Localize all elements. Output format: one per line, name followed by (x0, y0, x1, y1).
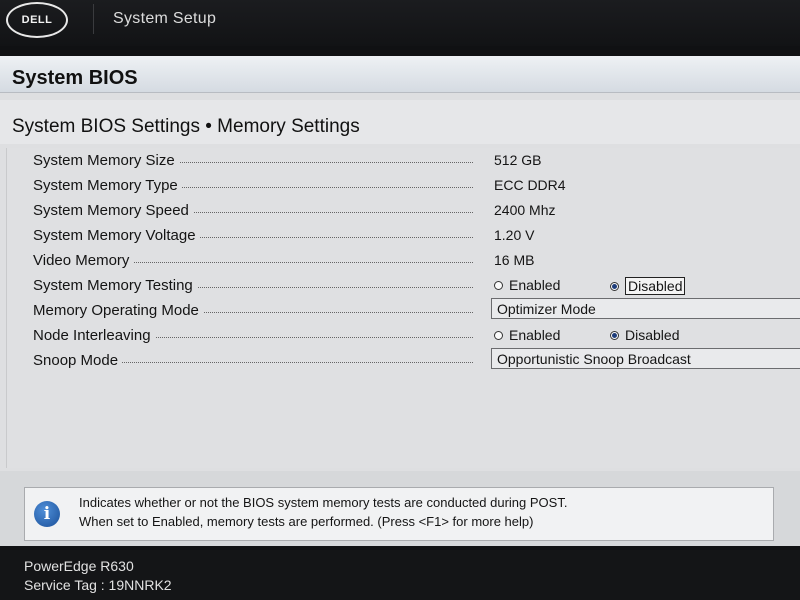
info-icon: i (34, 501, 60, 527)
setting-label: Node Interleaving (33, 327, 155, 344)
setting-row-memory-voltage: System Memory Voltage 1.20 V (7, 223, 800, 247)
setting-label: System Memory Type (33, 177, 182, 194)
setting-label: Snoop Mode (33, 352, 123, 369)
snoop-mode-select[interactable]: Opportunistic Snoop Broadcast (491, 348, 800, 369)
setting-row-operating-mode: Memory Operating Mode Optimizer Mode (7, 298, 800, 322)
help-text-line-2: When set to Enabled, memory tests are pe… (79, 514, 534, 529)
setting-value: 512 GB (494, 152, 542, 168)
page-title: System BIOS Settings • Memory Settings (12, 116, 360, 137)
top-bar: DELL System Setup (0, 0, 800, 46)
setting-row-memory-type: System Memory Type ECC DDR4 (7, 173, 800, 197)
system-model: PowerEdge R630 (24, 558, 134, 574)
radio-circle-selected[interactable] (610, 330, 619, 340)
setting-value: 2400 Mhz (494, 202, 556, 218)
app-title: System Setup (113, 10, 217, 27)
section-title: System BIOS (12, 67, 138, 89)
radio-circle[interactable] (494, 330, 503, 340)
topbar-divider (93, 4, 94, 34)
setting-label: Memory Operating Mode (33, 302, 203, 319)
setting-row-memory-speed: System Memory Speed 2400 Mhz (7, 198, 800, 222)
radio-label: Disabled (625, 327, 680, 343)
setting-row-video-memory: Video Memory 16 MB (7, 248, 800, 272)
settings-list: System Memory Size 512 GB System Memory … (6, 148, 800, 468)
setting-label: System Memory Size (33, 152, 179, 169)
setting-row-memory-testing: System Memory Testing Enabled Disabled (7, 273, 800, 297)
radio-label: Enabled (509, 327, 561, 343)
section-header: System BIOS (0, 56, 800, 93)
radio-label: Enabled (509, 277, 561, 293)
dell-logo: DELL (6, 2, 68, 38)
footer: PowerEdge R630 Service Tag : 19NNRK2 (0, 550, 800, 600)
bios-window: DELL System Setup System BIOS System BIO… (0, 0, 800, 600)
radio-circle-selected[interactable] (610, 281, 619, 291)
main-panel: System BIOS System BIOS Settings • Memor… (0, 56, 800, 546)
radio-node-interleaving-disabled[interactable]: Disabled (610, 327, 679, 343)
setting-label: System Memory Voltage (33, 227, 200, 244)
memory-operating-mode-select[interactable]: Optimizer Mode (491, 298, 800, 319)
radio-label-focused: Disabled (625, 277, 686, 295)
help-box: i Indicates whether or not the BIOS syst… (24, 487, 774, 541)
setting-label: Video Memory (33, 252, 134, 269)
setting-row-memory-size: System Memory Size 512 GB (7, 148, 800, 172)
setting-label: System Memory Testing (33, 277, 197, 294)
service-tag: Service Tag : 19NNRK2 (24, 577, 172, 593)
setting-value: 1.20 V (494, 227, 535, 243)
radio-memory-testing-disabled[interactable]: Disabled (610, 277, 686, 295)
help-text-line-1: Indicates whether or not the BIOS system… (79, 495, 568, 510)
setting-value: ECC DDR4 (494, 177, 566, 193)
setting-label: System Memory Speed (33, 202, 193, 219)
radio-memory-testing-enabled[interactable]: Enabled (494, 277, 560, 293)
radio-node-interleaving-enabled[interactable]: Enabled (494, 327, 560, 343)
radio-circle[interactable] (494, 280, 503, 290)
help-area: i Indicates whether or not the BIOS syst… (0, 471, 800, 546)
setting-row-snoop-mode: Snoop Mode Opportunistic Snoop Broadcast (7, 348, 800, 372)
setting-value: 16 MB (494, 252, 535, 268)
setting-row-node-interleaving: Node Interleaving Enabled Disabled (7, 323, 800, 347)
